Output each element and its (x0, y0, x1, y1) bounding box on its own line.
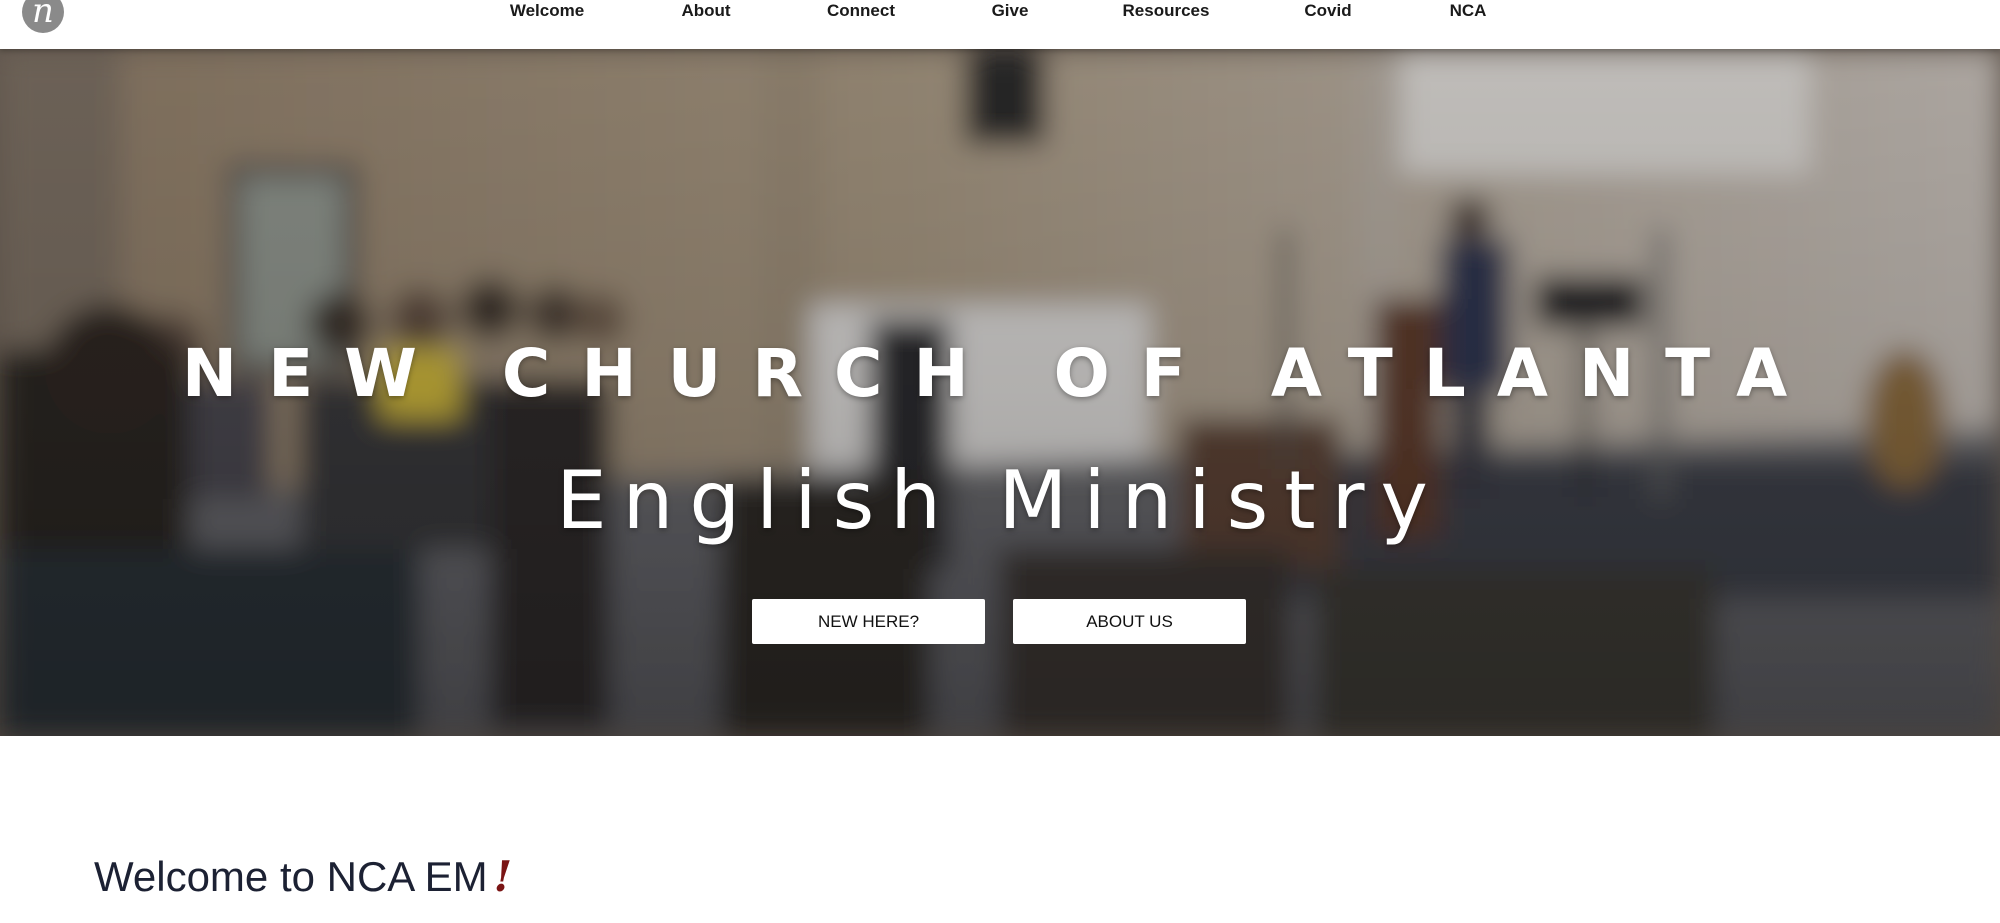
hero-subtitle: English Ministry (556, 454, 1444, 547)
about-us-button[interactable]: ABOUT US (1013, 599, 1246, 644)
hero-banner: NEW CHURCH OF ATLANTA English Ministry N… (0, 49, 2000, 736)
welcome-heading: Welcome to NCA EM! (94, 852, 512, 901)
hero-title: NEW CHURCH OF ATLANTA (181, 335, 1819, 412)
nav-item-covid[interactable]: Covid (1304, 1, 1351, 21)
welcome-heading-text: Welcome to NCA EM (94, 853, 488, 900)
nav-item-about[interactable]: About (681, 1, 730, 21)
new-here-button[interactable]: NEW HERE? (752, 599, 985, 644)
welcome-exclamation: ! (493, 852, 513, 901)
nav-item-connect[interactable]: Connect (827, 1, 895, 21)
nav-item-give[interactable]: Give (992, 1, 1029, 21)
main-nav: Welcome About Connect Give Resources Cov… (0, 0, 2000, 28)
nav-item-resources[interactable]: Resources (1123, 1, 1210, 21)
nav-item-welcome[interactable]: Welcome (510, 1, 584, 21)
nav-item-nca[interactable]: NCA (1450, 1, 1487, 21)
top-navigation-bar: n Welcome About Connect Give Resources C… (0, 0, 2000, 49)
